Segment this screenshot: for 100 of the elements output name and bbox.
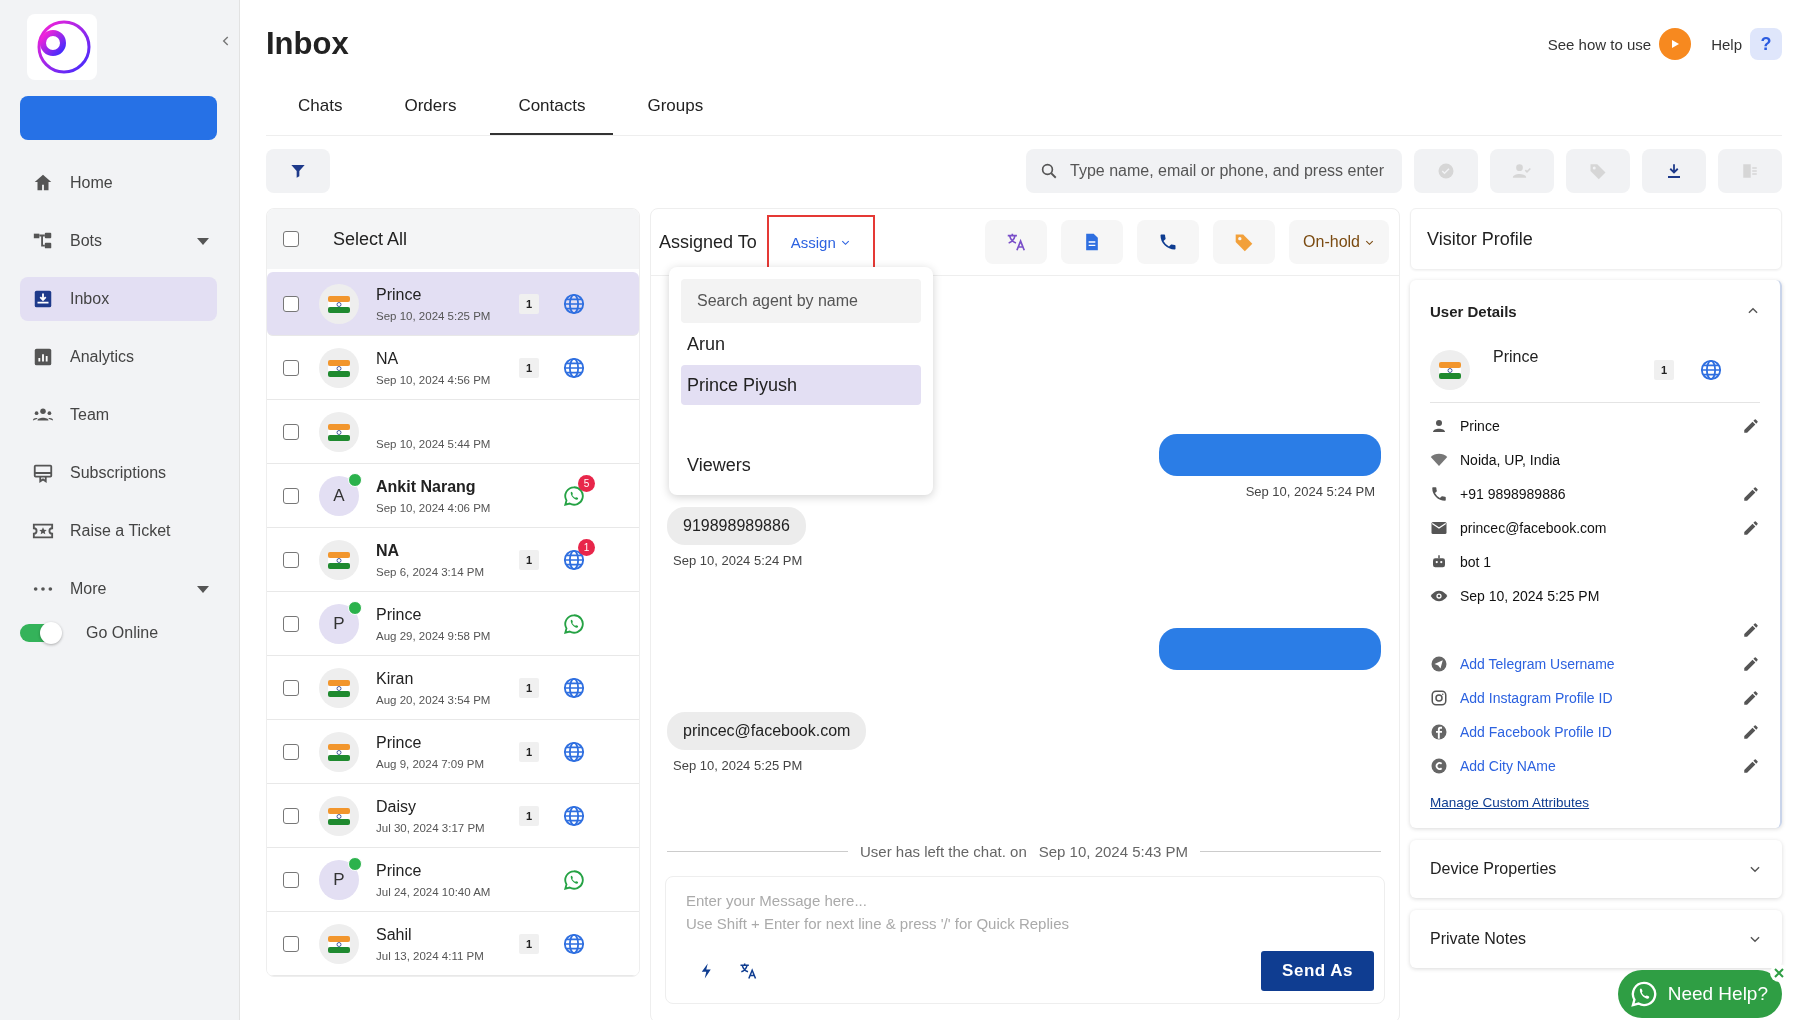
notes-button[interactable] (1061, 220, 1124, 264)
status-dropdown[interactable]: On-hold (1289, 220, 1389, 264)
section-header[interactable]: Device Properties (1410, 840, 1782, 898)
person-check-icon (1512, 161, 1532, 181)
contact-time: Jul 30, 2024 3:17 PM (376, 821, 486, 834)
contact-name: Sahil (376, 925, 413, 944)
help-icon[interactable]: ? (1750, 28, 1782, 60)
contact-name: Prince (376, 733, 423, 752)
contact-name: NA (376, 349, 400, 368)
panel-title: Visitor Profile (1410, 208, 1782, 270)
agent-search-field[interactable]: Search agent by name (681, 279, 921, 323)
nav-item[interactable]: Analytics (20, 335, 217, 379)
agent-option[interactable]: Viewers (681, 445, 921, 485)
tab[interactable]: Groups (619, 88, 732, 135)
contact-name: Ankit Narang (376, 477, 477, 496)
message-time: Sep 10, 2024 5:25 PM (672, 758, 804, 773)
checkbox[interactable] (283, 807, 299, 824)
nav-label: Subscriptions (70, 464, 168, 482)
checkbox[interactable] (283, 935, 299, 952)
contact-time: Sep 10, 2024 4:06 PM (376, 501, 492, 514)
unread-badge: 5 (578, 474, 595, 492)
help-link[interactable]: Help (1711, 35, 1742, 53)
checkbox[interactable] (283, 551, 299, 568)
checkbox[interactable] (283, 871, 299, 888)
nav-label: Raise a Ticket (70, 522, 172, 540)
filter-icon (290, 163, 306, 179)
nav-label: Team (70, 406, 111, 424)
dropdown-icon[interactable] (197, 585, 209, 593)
agent-option[interactable]: Arun (681, 324, 921, 364)
add-link[interactable]: Add Instagram Profile ID (1460, 690, 1613, 706)
search-field[interactable]: Type name, email or phone, and press enter (1026, 149, 1402, 193)
translate-button[interactable] (738, 961, 758, 981)
avatar: P (319, 859, 359, 900)
contact-time: Sep 10, 2024 5:25 PM (376, 309, 492, 322)
message-composer[interactable]: Enter your Message here... Use Shift + Enter for next line & press '/' for Quick Replies Send As (665, 876, 1385, 1004)
assigned-label: Assigned To (659, 231, 757, 253)
contact-time: Aug 9, 2024 7:09 PM (376, 757, 486, 770)
globe-icon (563, 548, 585, 571)
nav-item[interactable]: Raise a Ticket (20, 509, 217, 553)
tab[interactable]: Orders (376, 88, 485, 135)
agent-option[interactable]: Prince Piyush (681, 365, 921, 405)
count-badge: 1 (519, 677, 539, 698)
nav-item[interactable]: Home (20, 161, 217, 205)
call-button[interactable] (1137, 220, 1200, 264)
checkbox[interactable] (283, 743, 299, 760)
contact-name: Prince (376, 861, 423, 880)
checkbox[interactable] (283, 295, 299, 312)
play-icon[interactable] (1659, 28, 1692, 60)
page-title: Inbox (266, 26, 350, 62)
nav-label: Analytics (70, 348, 136, 366)
nav-item[interactable]: Team (20, 393, 217, 437)
flag-avatar (319, 667, 359, 708)
checkbox[interactable] (283, 487, 299, 504)
globe-icon (563, 676, 585, 699)
list-icon (1741, 162, 1759, 180)
search-input[interactable]: Type name, email or phone, and press enter (1068, 161, 1388, 181)
flag-avatar (319, 795, 359, 836)
nav-item[interactable]: Subscriptions (20, 451, 217, 495)
online-toggle[interactable] (20, 624, 60, 642)
chart-icon (32, 346, 54, 368)
checkbox[interactable] (283, 359, 299, 376)
translate-icon (1005, 231, 1028, 253)
tab[interactable]: Chats (270, 88, 371, 135)
checkbox[interactable] (283, 679, 299, 696)
contact-time: Aug 20, 2024 3:54 PM (376, 693, 492, 706)
add-link[interactable]: Add Facebook Profile ID (1460, 724, 1612, 740)
inbox-icon (32, 288, 54, 310)
checkbox[interactable] (283, 615, 299, 632)
message-bubble: 919898989886 (667, 507, 806, 545)
edit-icon (1742, 723, 1760, 741)
filter-button[interactable] (266, 149, 330, 193)
send-button[interactable]: Send As (1261, 951, 1374, 991)
whatsapp-icon (1629, 980, 1658, 1008)
contact-time: Jul 13, 2024 4:11 PM (376, 949, 485, 962)
add-link[interactable]: Add City NAme (1460, 758, 1556, 774)
nav-item[interactable]: Bots (20, 219, 217, 263)
nav-item[interactable]: More (20, 567, 217, 611)
phone-icon (1430, 485, 1448, 503)
nav-label: Inbox (70, 290, 111, 308)
contact-time: Sep 10, 2024 5:44 PM (376, 437, 492, 450)
add-link[interactable]: Add Telegram Username (1460, 656, 1615, 672)
checkbox[interactable] (283, 231, 299, 247)
monitor-icon (32, 462, 54, 484)
edit-icon (1742, 689, 1760, 707)
tutorial-link[interactable]: See how to use (1547, 35, 1652, 53)
manage-attributes-link[interactable]: Manage Custom Attributes (1430, 795, 1760, 810)
message-bubble: princec@facebook.com (667, 712, 867, 750)
edit-icon (1742, 655, 1760, 673)
app-logo (27, 14, 97, 80)
contact-row[interactable]: Prince Sep 10, 2024 5:25 PM 1 (267, 272, 639, 336)
flag-avatar (319, 411, 359, 452)
globe-icon (563, 740, 585, 763)
dropdown-icon[interactable] (197, 237, 209, 245)
nav-item[interactable]: Inbox (20, 277, 217, 321)
agent-search-input[interactable]: Search agent by name (695, 291, 907, 311)
nav-label: Bots (70, 232, 103, 250)
section-header[interactable]: Private Notes (1410, 910, 1782, 968)
checkbox[interactable] (283, 423, 299, 440)
download-icon (1665, 162, 1683, 180)
tab[interactable]: Contacts (490, 88, 614, 135)
